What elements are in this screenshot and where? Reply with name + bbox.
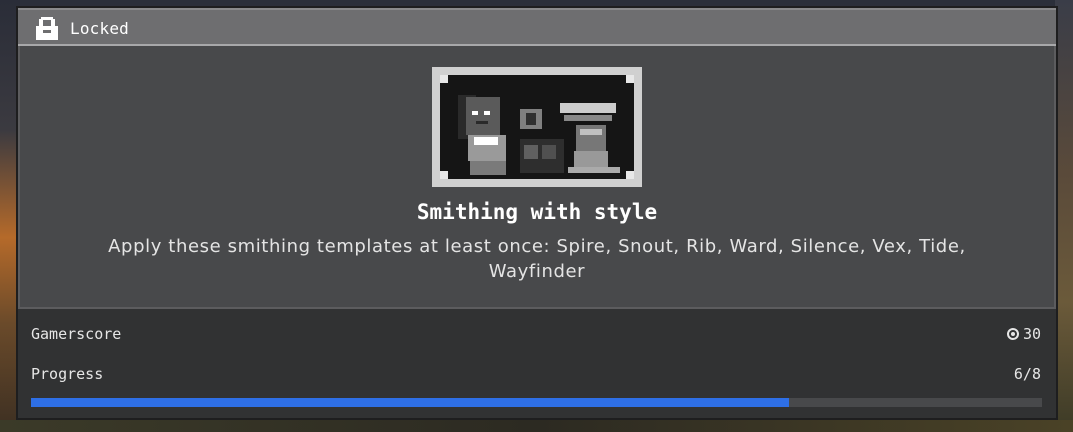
status-label: Locked <box>70 19 129 38</box>
armor-trim-artwork <box>440 75 634 179</box>
achievement-header: Locked <box>18 8 1056 46</box>
achievement-stats: Gamerscore 30 Progress 6/8 <box>18 311 1056 418</box>
gamerscore-label: Gamerscore <box>31 325 122 343</box>
achievement-details: Smithing with style Apply these smithing… <box>18 46 1056 309</box>
achievement-title: Smithing with style <box>416 200 658 224</box>
background-bottom <box>0 420 1073 432</box>
lock-icon <box>36 17 58 40</box>
progress-label: Progress <box>31 365 104 383</box>
gamerscore-value-group: 30 <box>1006 325 1041 343</box>
gamerscore-value: 30 <box>1022 325 1041 343</box>
achievement-description: Apply these smithing templates at least … <box>108 236 966 282</box>
gamerscore-icon <box>1006 328 1019 340</box>
progress-value: 6/8 <box>1013 365 1041 383</box>
progress-bar <box>31 398 1042 407</box>
progress-bar-fill <box>31 398 790 407</box>
achievement-image-frame <box>432 67 642 187</box>
